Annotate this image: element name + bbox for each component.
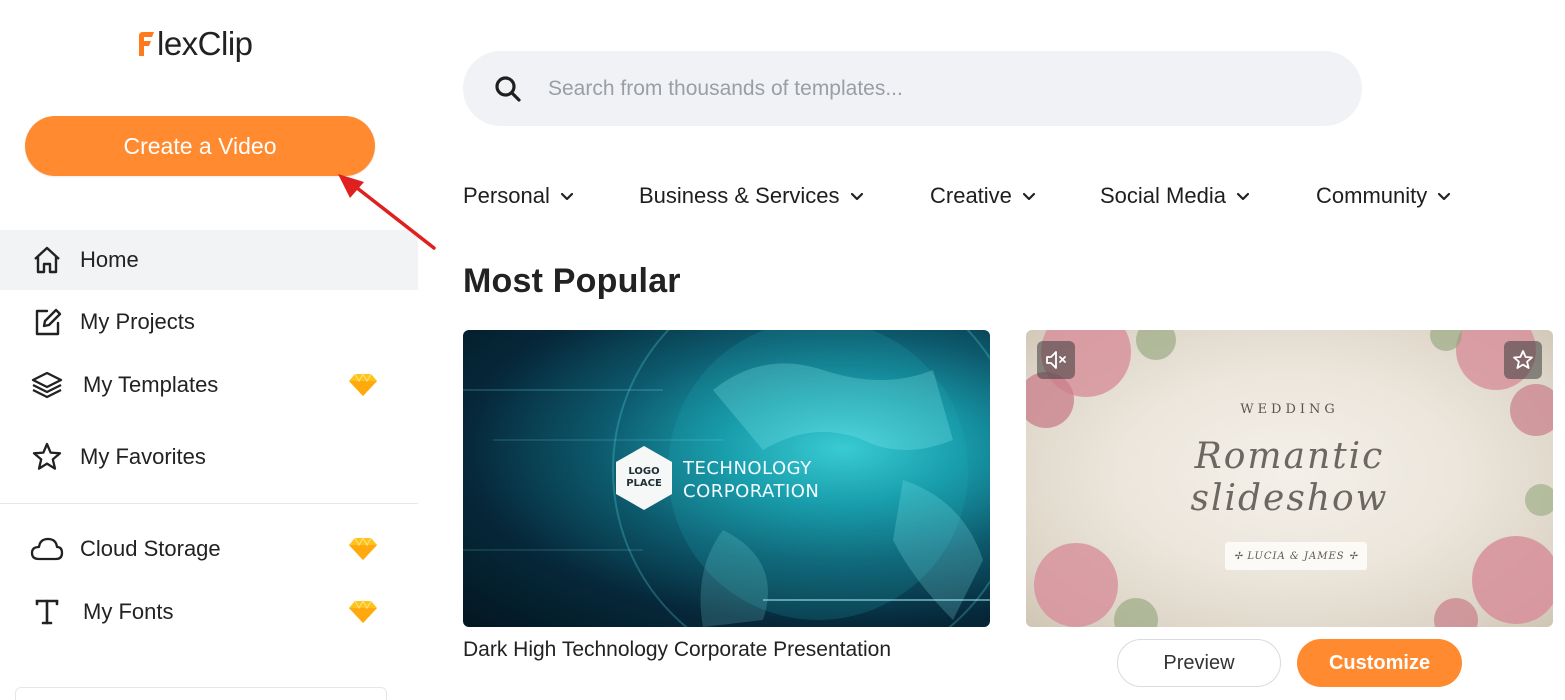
create-video-button[interactable]: Create a Video [25,116,375,176]
edit-icon [30,305,64,339]
star-icon [1513,350,1533,369]
chevron-down-icon [850,192,863,201]
search-icon[interactable] [493,74,523,104]
font-icon [30,595,64,629]
search-bar[interactable] [463,51,1362,126]
thumbnail-names-text: ✢ LUCIA & JAMES ✢ [1225,542,1367,570]
sidebar-item-cloud-storage[interactable]: Cloud Storage [0,519,418,579]
chevron-down-icon [1236,192,1250,201]
customize-button[interactable]: Customize [1297,639,1462,687]
sidebar-item-my-projects[interactable]: My Projects [0,292,418,352]
premium-gem-icon [347,599,379,625]
category-creative[interactable]: Creative [930,178,1037,214]
chevron-down-icon [1438,192,1451,201]
layers-icon [30,368,64,402]
section-title: Most Popular [463,262,681,300]
search-input[interactable] [548,51,1328,126]
thumbnail-title-text: TECHNOLOGY CORPORATION [683,458,820,502]
sidebar-item-my-fonts[interactable]: My Fonts [0,582,418,642]
category-label: Business & Services [639,183,840,208]
premium-gem-icon [347,372,379,398]
home-icon [30,243,64,277]
category-label: Community [1316,183,1428,208]
logo-placeholder-text: LOGO PLACE [626,466,662,489]
chevron-down-icon [560,192,573,201]
sidebar-item-label: My Projects [80,309,195,334]
sidebar-item-my-templates[interactable]: My Templates [0,355,418,415]
annotation-arrow-icon [338,174,436,250]
mute-icon [1046,351,1066,369]
category-community[interactable]: Community [1316,178,1452,214]
category-personal[interactable]: Personal [463,178,575,214]
sidebar-item-label: My Templates [83,372,219,397]
star-outline-icon [30,440,64,474]
category-label: Personal [463,183,550,208]
sidebar-bottom-card [15,687,387,700]
sidebar: lexClip Create a Video Home My Projects [0,0,418,700]
category-label: Social Media [1100,183,1226,208]
mute-button[interactable] [1037,341,1075,379]
premium-gem-icon [347,536,379,562]
chevron-down-icon [1022,192,1036,201]
sidebar-item-label: My Favorites [80,444,206,469]
brand-name: lexClip [157,25,253,62]
favorite-button[interactable] [1504,341,1542,379]
sidebar-item-label: Home [80,247,139,272]
category-business-services[interactable]: Business & Services [639,178,865,214]
template-title[interactable]: Dark High Technology Corporate Presentat… [463,638,891,662]
category-social-media[interactable]: Social Media [1100,178,1251,214]
preview-button[interactable]: Preview [1117,639,1281,687]
flexclip-logo[interactable]: lexClip [136,22,253,66]
sidebar-item-label: My Fonts [83,599,174,624]
sidebar-divider [0,503,418,504]
sidebar-item-label: Cloud Storage [80,536,221,561]
flexclip-logo-mark-icon [136,30,156,58]
category-label: Creative [930,183,1012,208]
thumbnail-script-text: Romantic slideshow [1190,436,1389,519]
cloud-icon [30,532,64,566]
sidebar-item-my-favorites[interactable]: My Favorites [0,427,418,487]
thumbnail-small-text: WEDDING [1240,402,1339,417]
